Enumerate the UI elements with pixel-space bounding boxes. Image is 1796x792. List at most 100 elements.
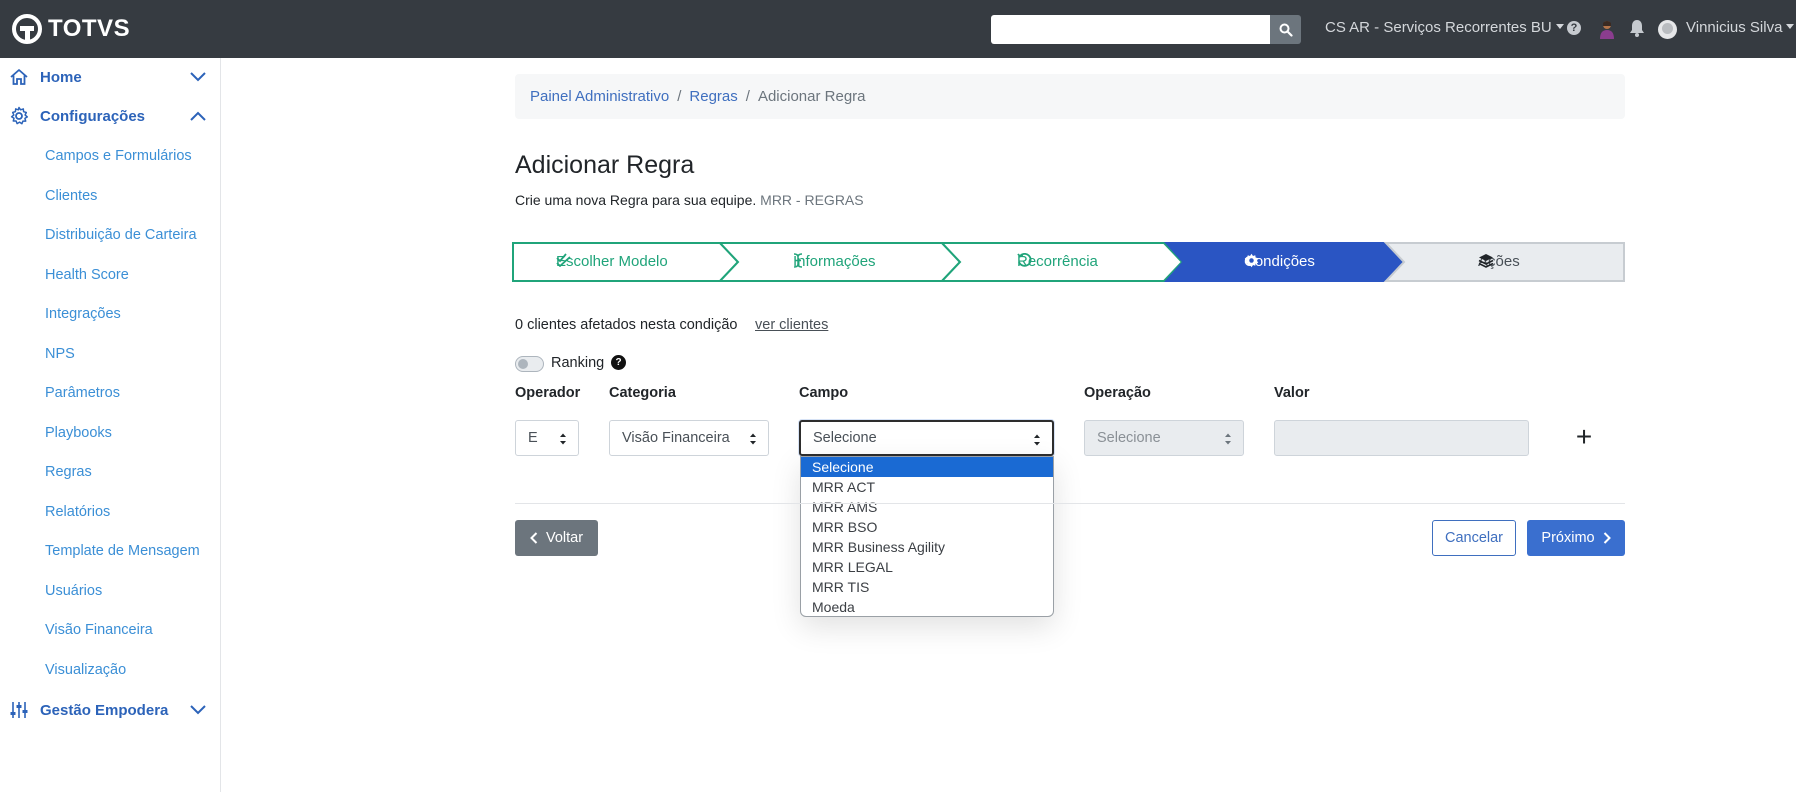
sidebar-item-usuarios[interactable]: Usuários [45,583,102,599]
sidebar-group-gestao-empodera[interactable]: Gestão Empodera [0,691,221,729]
sidebar-item-distribuicao-carteira[interactable]: Distribuição de Carteira [45,227,197,243]
sidebar-item-regras[interactable]: Regras [45,464,92,480]
sidebar-item-nps[interactable]: NPS [45,346,75,362]
column-label-valor: Valor [1274,385,1310,401]
sidebar: Home Configurações Campos e Formulários … [0,58,221,792]
chevron-down-icon [190,72,206,82]
sidebar-item-visualizacao[interactable]: Visualização [45,662,126,678]
search-button[interactable] [1270,15,1301,44]
select-arrows-icon [1034,434,1040,446]
persona-avatar-icon[interactable] [1597,19,1617,39]
column-label-categoria: Categoria [609,385,676,401]
sidebar-item-relatorios[interactable]: Relatórios [45,504,110,520]
sidebar-item-integracoes[interactable]: Integrações [45,306,121,322]
ranking-toggle[interactable] [515,356,544,372]
gear-icon [1244,253,1259,268]
select-arrows-icon [560,433,566,445]
undo-icon [1017,253,1032,267]
affected-clients-text: 0 clientes afetados nesta condição [515,317,738,333]
field-option-mrr-bso[interactable]: MRR BSO [801,517,1053,537]
totvs-logo-icon [12,14,42,44]
back-button[interactable]: Voltar [515,520,598,556]
search-input[interactable] [991,15,1271,44]
sidebar-group-configuracoes[interactable]: Configurações [0,97,221,135]
field-option-mrr-ams[interactable]: MRR AMS [801,497,1053,517]
sidebar-item-health-score[interactable]: Health Score [45,267,129,283]
chevron-left-icon [530,532,538,544]
field-option-mrr-tis[interactable]: MRR TIS [801,577,1053,597]
breadcrumb-separator: / [745,88,750,105]
operation-select[interactable]: Selecione [1084,420,1244,456]
field-select[interactable]: Selecione [799,420,1054,456]
question-circle-icon[interactable]: ? [611,355,626,370]
page-subtitle: Crie uma nova Regra para sua equipe. MRR… [515,192,864,208]
view-clients-link[interactable]: ver clientes [755,317,828,333]
form-divider [515,503,1625,504]
category-select-value: Visão Financeira [622,430,730,446]
brand-logo[interactable]: TOTVS [12,14,130,44]
wizard-stepper: Escolher Modelo Informações Recorrência … [512,242,1625,282]
cancel-button-label: Cancelar [1444,530,1504,546]
sidebar-group-label: Home [40,68,82,86]
operation-select-value: Selecione [1097,430,1161,446]
next-button-label: Próximo [1541,530,1595,546]
field-option-mrr-legal[interactable]: MRR LEGAL [801,557,1053,577]
step-recorrencia[interactable]: Recorrência [1017,253,1098,270]
breadcrumb-painel-administrativo[interactable]: Painel Administrativo [530,88,669,105]
category-select[interactable]: Visão Financeira [609,420,769,456]
sidebar-item-visao-financeira[interactable]: Visão Financeira [45,622,153,638]
sidebar-item-template-mensagem[interactable]: Template de Mensagem [45,543,200,559]
ranking-label: Ranking [551,355,605,371]
sidebar-item-clientes[interactable]: Clientes [45,188,97,204]
step-informacoes[interactable]: Informações [793,253,876,270]
sidebar-item-campos-formularios[interactable]: Campos e Formulários [45,148,192,164]
user-avatar[interactable] [1658,20,1677,39]
back-button-label: Voltar [545,530,584,546]
sidebar-item-playbooks[interactable]: Playbooks [45,425,112,441]
select-arrows-icon [750,433,756,445]
select-arrows-icon [1225,433,1231,445]
page-title: Adicionar Regra [515,151,695,179]
chevron-right-icon [1603,532,1611,544]
brand-name: TOTVS [48,15,131,42]
field-option-mrr-act[interactable]: MRR ACT [801,477,1053,497]
home-icon [10,69,28,85]
sidebar-group-label: Configurações [40,107,146,125]
sidebar-group-home[interactable]: Home [0,58,221,96]
help-icon[interactable]: ? [1567,21,1581,35]
add-condition-button[interactable]: + [1574,421,1594,453]
column-label-campo: Campo [799,385,849,401]
subtitle-text: Crie uma nova Regra para sua equipe. [515,192,757,208]
cancel-button[interactable]: Cancelar [1432,520,1516,556]
subtitle-tag: MRR - REGRAS [760,192,864,208]
field-option-mrr-business-agility[interactable]: MRR Business Agility [801,537,1053,557]
layers-icon [1478,254,1494,268]
operator-select[interactable]: E [515,420,579,456]
breadcrumb: Painel Administrativo / Regras / Adicion… [515,74,1625,119]
next-button[interactable]: Próximo [1527,520,1625,556]
column-label-operacao: Operação [1084,385,1151,401]
value-input[interactable] [1274,420,1529,456]
sliders-icon [10,702,28,718]
gear-icon [10,106,29,125]
sidebar-group-label: Gestão Empodera [40,701,169,719]
bell-icon[interactable] [1629,19,1645,37]
step-label: Escolher Modelo [556,253,668,270]
chevron-down-icon [190,705,206,715]
operator-select-value: E [528,430,538,446]
chevron-up-icon [190,111,206,121]
workspace-dropdown[interactable]: CS AR - Serviços Recorrentes BU [1325,19,1564,36]
breadcrumb-current: Adicionar Regra [757,88,866,105]
sidebar-item-parametros[interactable]: Parâmetros [45,385,120,401]
step-condicoes[interactable]: Condições [1244,253,1315,270]
breadcrumb-separator: / [677,88,682,105]
breadcrumb-regras[interactable]: Regras [689,88,737,105]
step-acoes[interactable]: Ações [1478,253,1520,270]
field-option-selecione[interactable]: Selecione [801,457,1053,477]
user-menu[interactable]: Vinnicius Silva [1686,19,1794,36]
column-label-operador: Operador [515,385,581,401]
check-double-icon [556,253,571,267]
field-option-moeda[interactable]: Moeda [801,597,1053,617]
step-escolher-modelo[interactable]: Escolher Modelo [556,253,668,270]
field-select-value: Selecione [813,430,877,446]
